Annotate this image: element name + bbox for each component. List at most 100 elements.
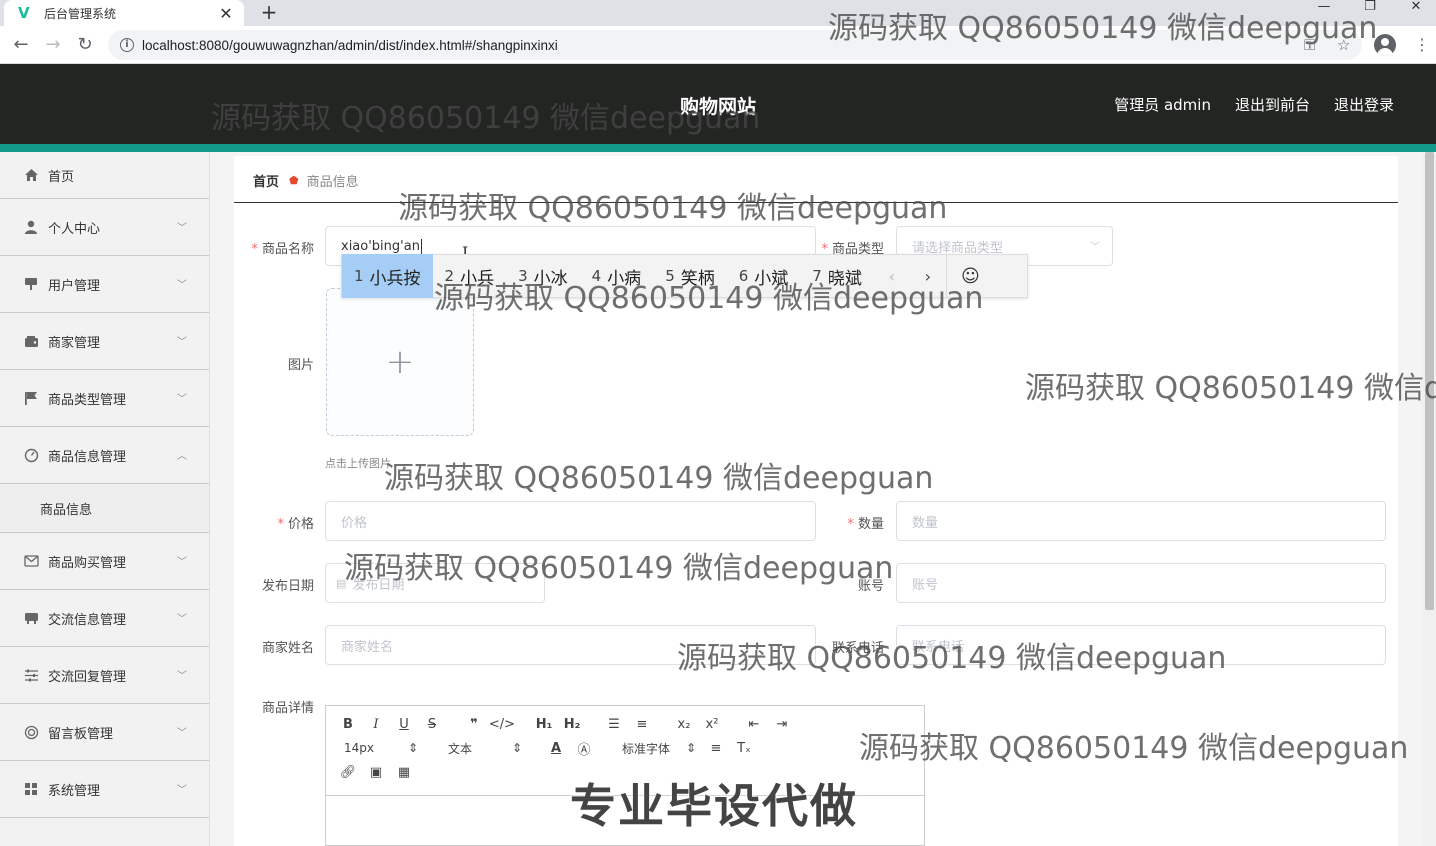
sidebar-item-merchant-management[interactable]: 商家管理 ﹀ [0,313,209,370]
sidebar-item-purchase-management[interactable]: 商品购买管理 ﹀ [0,533,209,590]
sliders-icon [22,666,40,684]
sidebar-item-personal-center[interactable]: 个人中心 ﹀ [0,199,209,256]
quantity-input[interactable]: 数量 [896,501,1386,541]
target-icon [22,723,40,741]
account-input[interactable]: 账号 [896,563,1386,603]
code-block-icon[interactable]: </> [488,712,516,736]
sidebar-subitem-product-info[interactable]: 商品信息 [0,484,209,533]
publish-date-label: 发布日期 [261,579,314,594]
chevron-up-icon: ︿ [177,450,187,462]
new-tab-button[interactable]: + [256,0,282,26]
font-size-select[interactable]: 14px ⇕ [334,736,424,760]
breadcrumb-home[interactable]: 首页 [253,171,279,190]
key-icon[interactable]: ⚿ [1304,36,1315,54]
image-upload-button[interactable]: + [326,288,474,436]
sidebar-item-label: 交流回复管理 [48,669,127,685]
ime-next-page-icon[interactable]: › [910,254,946,298]
grid-icon [22,780,40,798]
header-links: 管理员 admin 退出到前台 退出登录 [1114,94,1394,115]
address-bar[interactable]: i localhost:8080/gouwuwagnzhan/admin/dis… [108,30,1362,60]
phone-input[interactable]: 联系电话 [896,625,1386,665]
merchant-name-input[interactable]: 商家姓名 [325,625,816,665]
superscript-icon[interactable]: x² [698,712,726,736]
phone-label: 联系电话 [831,641,884,656]
sidebar-item-message-board-management[interactable]: 留言板管理 ﹀ [0,704,209,761]
browser-tabstrip: V 后台管理系统 ✕ + — ❐ ✕ [0,0,1436,26]
page-scrollbar[interactable] [1422,152,1436,846]
sidebar-item-label: 用户管理 [48,278,101,294]
sidebar-item-system-management[interactable]: 系统管理 ﹀ [0,761,209,818]
wallet-icon [22,332,40,350]
merchant-name-label: 商家姓名 [261,641,314,656]
scrollbar-thumb[interactable] [1425,152,1434,610]
editor-toolbar: B I U S ❞ </> H₁ H₂ ☰ ≡ x₂ x² ⇤ ⇥ 14px ⇕… [326,706,924,796]
ime-candidate[interactable]: 3 小冰 [506,254,580,298]
chevron-down-icon: ﹀ [177,393,187,405]
sidebar-item-category-management[interactable]: 商品类型管理 ﹀ [0,370,209,427]
subscript-icon[interactable]: x₂ [670,712,698,736]
ime-candidate[interactable]: 6 小斌 [727,254,801,298]
price-input[interactable]: 价格 [325,501,816,541]
ime-prev-page-icon[interactable]: ‹ [874,254,910,298]
forward-arrow-icon[interactable]: → [42,34,64,56]
ime-candidate[interactable]: 5 笑柄 [653,254,727,298]
font-family-select[interactable]: 标准字体 ⇕ [612,736,702,760]
ime-candidate[interactable]: 7 晓斌 [800,254,874,298]
sidebar-item-product-info-management[interactable]: 商品信息管理 ︿ [0,427,209,484]
minimize-button[interactable]: — [1306,0,1342,20]
breadcrumb-current: 商品信息 [306,175,359,190]
sidebar-item-label: 商家管理 [48,335,101,351]
sidebar-item-reply-management[interactable]: 交流回复管理 ﹀ [0,647,209,704]
bullet-list-icon[interactable]: ≡ [628,712,656,736]
clear-format-icon[interactable]: Tₓ [730,736,758,760]
info-icon[interactable]: i [120,38,134,52]
heading-1-icon[interactable]: H₁ [530,712,558,736]
image-icon[interactable]: ▣ [362,760,390,784]
url-text[interactable]: localhost:8080/gouwuwagnzhan/admin/dist/… [142,38,558,53]
italic-icon[interactable]: I [362,712,390,736]
rich-text-editor[interactable]: B I U S ❞ </> H₁ H₂ ☰ ≡ x₂ x² ⇤ ⇥ 14px ⇕… [325,705,925,846]
publish-date-picker[interactable]: ▤ 发布日期 [325,563,545,603]
chevron-down-icon: ﹀ [177,556,187,568]
blockquote-icon[interactable]: ❞ [460,712,488,736]
detail-label: 商品详情 [261,701,314,716]
more-menu-icon[interactable]: ⋮ [1414,35,1430,55]
heading-select[interactable]: 文本 ⇕ [438,736,528,760]
restore-button[interactable]: ❐ [1352,0,1388,20]
font-color-icon[interactable]: A [542,736,570,760]
window-close-button[interactable]: ✕ [1398,0,1434,20]
ime-candidate[interactable]: 2 小兵 [433,254,507,298]
ime-candidate[interactable]: 4 小病 [580,254,654,298]
profile-avatar-icon[interactable] [1374,34,1396,56]
star-icon[interactable]: ☆ [1337,36,1350,54]
ime-candidate[interactable]: 1 小兵按 [342,254,433,298]
background-color-icon[interactable]: Ⓐ [570,736,598,760]
back-to-frontend-link[interactable]: 退出到前台 [1235,94,1310,115]
sidebar-item-home[interactable]: 首页 [0,152,209,199]
close-icon[interactable]: ✕ [218,4,234,23]
mail-icon [22,552,40,570]
admin-user-link[interactable]: 管理员 admin [1114,94,1211,115]
ordered-list-icon[interactable]: ☰ [600,712,628,736]
underline-icon[interactable]: U [390,712,418,736]
logout-link[interactable]: 退出登录 [1334,94,1394,115]
bold-icon[interactable]: B [334,712,362,736]
back-arrow-icon[interactable]: ← [10,34,32,56]
price-label: * 价格 [277,517,314,532]
sidebar-item-user-management[interactable]: 用户管理 ﹀ [0,256,209,313]
align-icon[interactable]: ≡ [702,736,730,760]
indent-icon[interactable]: ⇥ [768,712,796,736]
emoji-icon[interactable]: ☺ [945,254,994,298]
quantity-label: * 数量 [847,517,884,532]
reload-icon[interactable]: ↻ [74,34,96,56]
sidebar-item-communication-management[interactable]: 交流信息管理 ﹀ [0,590,209,647]
link-icon[interactable]: 🔗︎ [334,760,362,784]
heading-2-icon[interactable]: H₂ [558,712,586,736]
outdent-icon[interactable]: ⇤ [740,712,768,736]
plus-icon: + [385,342,415,382]
video-icon[interactable]: ▦ [390,760,418,784]
strikethrough-icon[interactable]: S [418,712,446,736]
browser-tab[interactable]: V 后台管理系统 ✕ [4,0,244,26]
sidebar: 首页 个人中心 ﹀ 用户管理 ﹀ 商家管理 ﹀ 商品类型管理 ﹀ 商品信息管理 … [0,152,210,846]
chat-icon [22,609,40,627]
